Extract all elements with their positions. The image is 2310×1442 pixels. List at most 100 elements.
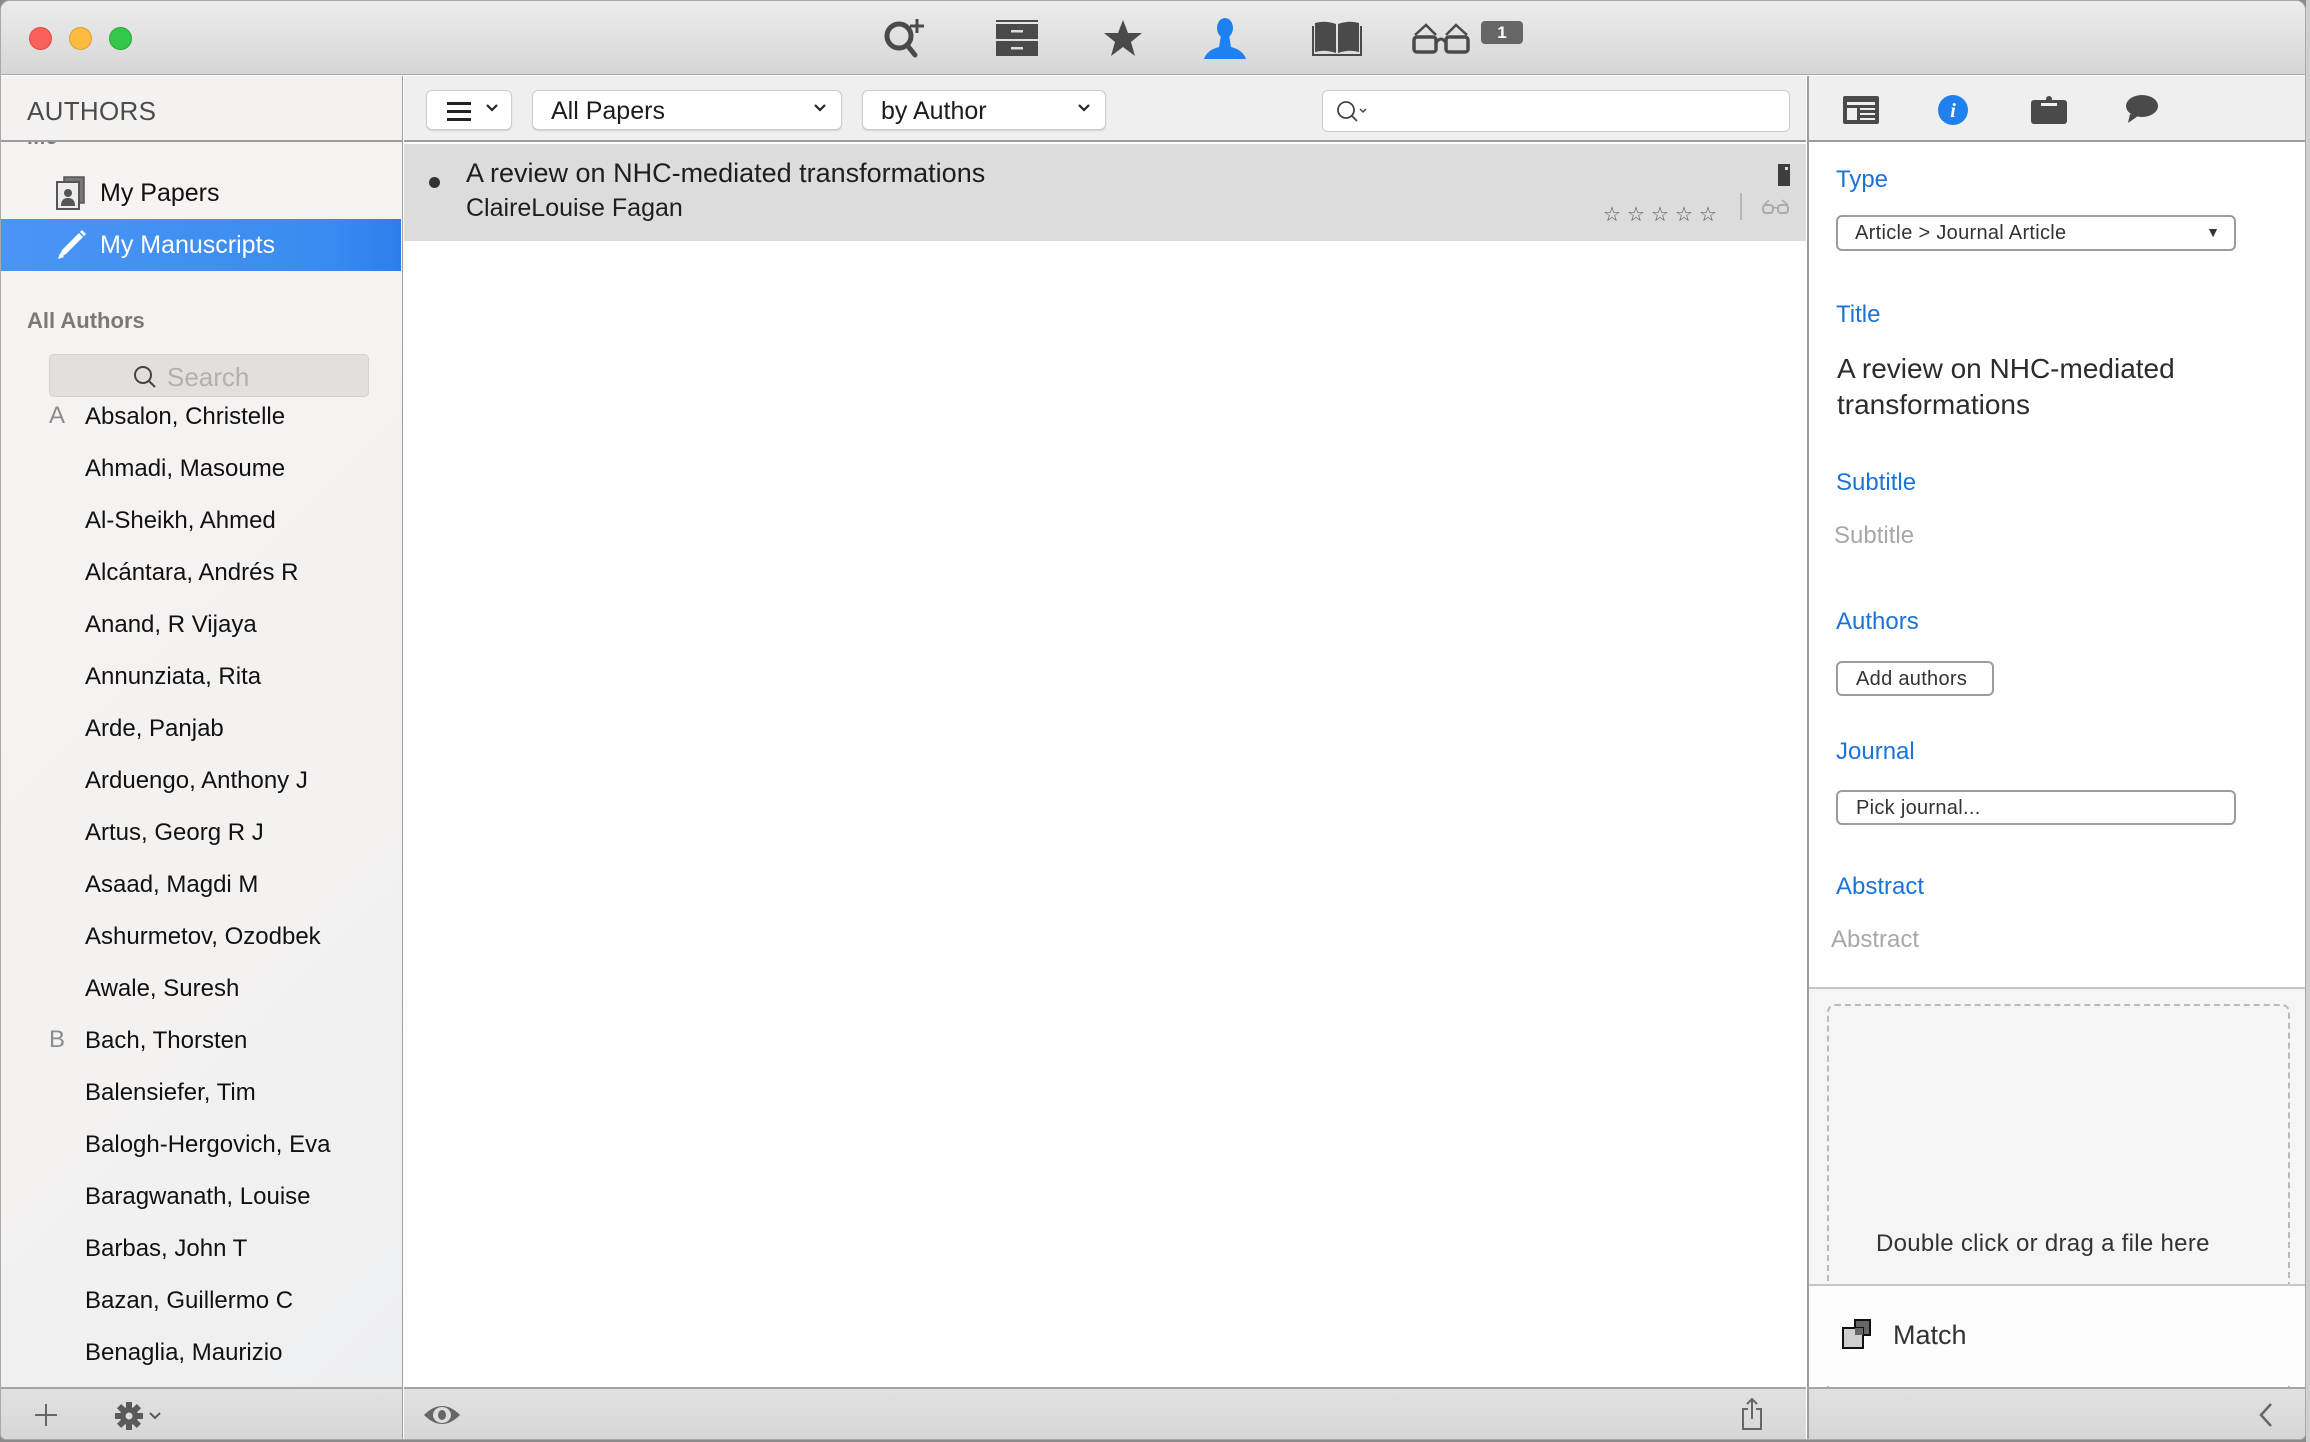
type-select-value: Article > Journal Article (1855, 222, 2067, 244)
close-window-button[interactable] (29, 27, 52, 50)
star-outline-icon[interactable]: ☆ (1626, 202, 1646, 227)
minimize-window-button[interactable] (69, 27, 92, 50)
search-add-icon[interactable] (881, 15, 931, 61)
reading-list-count-badge: 1 (1481, 21, 1523, 44)
list-toolbar: All Papers by Author (404, 76, 1806, 142)
index-letter: A (49, 402, 66, 429)
paper-author: ClaireLouise Fagan (466, 194, 683, 222)
author-item[interactable]: Alcántara, Andrés R (1, 548, 401, 600)
title-field[interactable]: A review on NHC-mediated transformations (1837, 351, 2257, 423)
list-icon (447, 102, 473, 127)
file-icon (1778, 164, 1790, 191)
chevron-down-icon (1077, 101, 1091, 115)
sidebar-item-my-papers[interactable]: My Papers (1, 167, 401, 219)
my-papers-icon (55, 176, 87, 210)
abstract-field[interactable]: Abstract (1831, 926, 1919, 954)
cabinet-icon[interactable] (994, 15, 1040, 61)
share-icon[interactable] (1740, 1397, 1764, 1436)
author-name: Ashurmetov, Ozodbek (85, 923, 321, 950)
author-name: Absalon, Christelle (85, 403, 286, 430)
paper-list-pane: All Papers by Author A review on NHC-med… (404, 76, 1806, 1387)
app-window: 1 Me AUTHORS My Papers My Manuscripts Al… (0, 0, 2306, 1440)
author-item[interactable]: Bazan, Guillermo C (1, 1276, 401, 1328)
author-item[interactable]: Annunziata, Rita (1, 652, 401, 704)
view-mode-button[interactable] (426, 90, 512, 130)
author-item[interactable]: Balogh-Hergovich, Eva (1, 1120, 401, 1172)
sidebar-item-label: My Papers (100, 178, 220, 207)
author-item[interactable]: B Bach, Thorsten (1, 1016, 401, 1068)
book-icon[interactable] (1311, 15, 1363, 61)
zoom-window-button[interactable] (109, 27, 132, 50)
author-item[interactable]: Barbas, John T (1, 1224, 401, 1276)
match-label: Match (1893, 1320, 1967, 1350)
layout-icon[interactable] (1843, 96, 1879, 129)
author-search-input[interactable]: Search (49, 354, 369, 397)
author-item[interactable]: Arduengo, Anthony J (1, 756, 401, 808)
star-outline-icon[interactable]: ☆ (1650, 202, 1670, 227)
author-item[interactable]: Awale, Suresh (1, 964, 401, 1016)
drop-hint: Double click or drag a file here (1876, 1230, 2210, 1257)
pick-journal-label: Pick journal... (1856, 797, 1981, 819)
author-item[interactable]: Al-Sheikh, Ahmed (1, 496, 401, 548)
reading-glasses-icon[interactable] (1762, 199, 1790, 220)
eye-icon[interactable] (422, 1401, 462, 1434)
journal-label: Journal (1836, 738, 1915, 765)
star-outline-icon[interactable]: ☆ (1674, 202, 1694, 227)
search-placeholder: Search (167, 362, 250, 392)
search-icon (132, 364, 158, 395)
comment-icon[interactable] (2125, 94, 2159, 129)
paper-search-input[interactable] (1322, 90, 1790, 132)
info-icon[interactable]: i (1937, 94, 1969, 131)
abstract-label: Abstract (1836, 873, 1925, 900)
author-item[interactable]: Ahmadi, Masoume (1, 444, 401, 496)
star-icon[interactable] (1101, 15, 1145, 61)
author-name: Al-Sheikh, Ahmed (85, 507, 276, 534)
file-drop-area[interactable]: Double click or drag a file here (1809, 987, 2305, 1404)
subtitle-field[interactable]: Subtitle (1834, 522, 1914, 550)
star-outline-icon[interactable]: ☆ (1698, 202, 1718, 227)
author-list: A Absalon, Christelle Ahmadi, Masoume Al-… (1, 392, 401, 1380)
filter-select-value: All Papers (551, 97, 665, 125)
author-item[interactable]: Arde, Panjab (1, 704, 401, 756)
author-item[interactable]: A Absalon, Christelle (1, 392, 401, 444)
briefcase-icon[interactable] (2031, 94, 2069, 129)
author-name: Barbas, John T (85, 1235, 248, 1262)
sidebar-item-my-manuscripts[interactable]: My Manuscripts (1, 219, 401, 271)
title-bar: 1 (1, 1, 2305, 75)
rating-stars[interactable]: ☆ ☆ ☆ ☆ ☆ (1602, 202, 1718, 227)
author-item[interactable]: Artus, Georg R J (1, 808, 401, 860)
person-icon[interactable] (1201, 15, 1249, 61)
pick-journal-button[interactable]: Pick journal... (1836, 790, 2236, 825)
star-outline-icon[interactable]: ☆ (1602, 202, 1622, 227)
divider (1740, 193, 1742, 220)
type-select[interactable]: Article > Journal Article ▼ (1836, 215, 2236, 251)
add-icon[interactable] (34, 1403, 58, 1432)
match-button[interactable]: Match (1809, 1284, 2305, 1386)
all-authors-title: All Authors (27, 308, 145, 333)
author-item[interactable]: Baragwanath, Louise (1, 1172, 401, 1224)
author-name: Baragwanath, Louise (85, 1183, 311, 1210)
author-name: Ahmadi, Masoume (85, 455, 286, 482)
author-name: Balogh-Hergovich, Eva (85, 1131, 331, 1158)
author-item[interactable]: Benaglia, Maurizio (1, 1328, 401, 1380)
unread-dot (429, 177, 440, 188)
author-item[interactable]: Anand, R Vijaya (1, 600, 401, 652)
match-icon (1842, 1319, 1872, 1354)
author-item[interactable]: Ashurmetov, Ozodbek (1, 912, 401, 964)
filter-select[interactable]: All Papers (532, 90, 842, 130)
gear-icon[interactable] (114, 1401, 166, 1436)
author-name: Bazan, Guillermo C (85, 1287, 294, 1314)
collapse-panel-chevron-icon[interactable] (2257, 1401, 2275, 1434)
pencil-icon (55, 228, 87, 262)
sidebar-title: AUTHORS (27, 96, 157, 126)
author-item[interactable]: Balensiefer, Tim (1, 1068, 401, 1120)
list-bottom-bar (404, 1387, 1806, 1439)
authors-label: Authors (1836, 608, 1919, 635)
sort-select[interactable]: by Author (862, 90, 1106, 130)
paper-row[interactable]: A review on NHC-mediated transformations… (404, 144, 1806, 241)
sidebar-bottom-bar (1, 1387, 403, 1439)
glasses-icon[interactable] (1411, 15, 1471, 61)
add-authors-button[interactable]: Add authors (1836, 661, 1994, 696)
author-name: Arduengo, Anthony J (85, 767, 308, 794)
author-item[interactable]: Asaad, Magdi M (1, 860, 401, 912)
